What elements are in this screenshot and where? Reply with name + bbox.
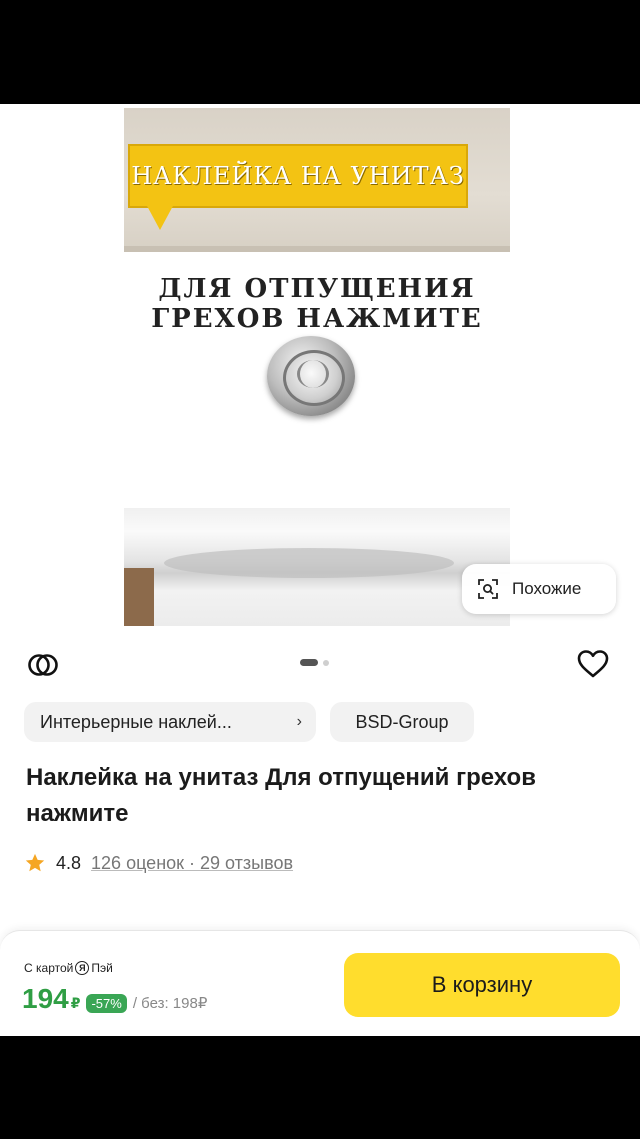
favorite-heart-icon[interactable]: [576, 648, 610, 680]
add-to-cart-button[interactable]: В корзину: [344, 953, 620, 1017]
ya-pay-icon: Я: [75, 961, 90, 975]
flush-button-image: [267, 336, 355, 416]
gallery-pagination: [300, 659, 329, 666]
purchase-bar: С картой Я Пэй 194 ₽ -57% / без: 198₽ В …: [0, 930, 640, 1036]
visual-search-icon: [478, 579, 498, 599]
discount-badge: -57%: [86, 994, 127, 1013]
old-price: / без: 198₽: [132, 995, 208, 1012]
chevron-right-icon: ›: [296, 713, 302, 730]
price-currency: ₽: [70, 995, 81, 1011]
photo-banner-tail: [146, 204, 174, 230]
status-bar-area: [0, 0, 640, 104]
product-screen: НАКЛЕЙКА НА УНИТАЗ ДЛЯ ОТПУЩЕНИЯ ГРЕХОВ …: [0, 104, 640, 1036]
photo-caption-line1: ДЛЯ ОТПУЩЕНИЯ: [158, 274, 476, 304]
similar-button-label: Похожие: [512, 579, 582, 598]
photo-banner-text: НАКЛЕЙКА НА УНИТАЗ: [131, 162, 465, 190]
photo-caption-area: ДЛЯ ОТПУЩЕНИЯ ГРЕХОВ НАЖМИТЕ: [124, 252, 510, 512]
brand-chip-label: BSD-Group: [355, 711, 449, 732]
rating-row[interactable]: 4.8 126 оценок · 29 отзывов: [24, 852, 293, 874]
reviews-link[interactable]: 126 оценок · 29 отзывов: [91, 853, 293, 874]
rating-value: 4.8: [56, 852, 82, 873]
brand-chip[interactable]: BSD-Group: [330, 702, 474, 742]
product-photo[interactable]: НАКЛЕЙКА НА УНИТАЗ ДЛЯ ОТПУЩЕНИЯ ГРЕХОВ …: [124, 108, 510, 626]
photo-banner: НАКЛЕЙКА НА УНИТАЗ: [128, 144, 468, 208]
category-chip-label: Интерьерные наклей...: [40, 711, 232, 732]
category-chip[interactable]: Интерьерные наклей... ›: [24, 702, 316, 742]
bottom-black-area: [0, 1036, 640, 1139]
photo-caption-line2: ГРЕХОВ НАЖМИТЕ: [151, 304, 483, 334]
photo-wall: НАКЛЕЙКА НА УНИТАЗ: [124, 108, 510, 252]
gallery-dot-active: [300, 659, 318, 666]
card-note: С картой Я Пэй: [24, 961, 113, 975]
product-title: Наклейка на унитаз Для отпущений грехов …: [26, 764, 536, 827]
photo-caption: ДЛЯ ОТПУЩЕНИЯ ГРЕХОВ НАЖМИТЕ: [124, 274, 510, 334]
toilet-image: [124, 508, 510, 626]
current-price: 194: [22, 983, 69, 1014]
card-note-suffix: Пэй: [91, 961, 113, 975]
compare-icon[interactable]: [26, 648, 60, 682]
price-row: 194 ₽ -57% / без: 198₽: [22, 983, 207, 1015]
similar-button[interactable]: Похожие: [462, 564, 616, 614]
star-icon: [25, 853, 45, 872]
gallery-dot: [323, 659, 329, 666]
card-note-prefix: С картой: [24, 961, 74, 975]
